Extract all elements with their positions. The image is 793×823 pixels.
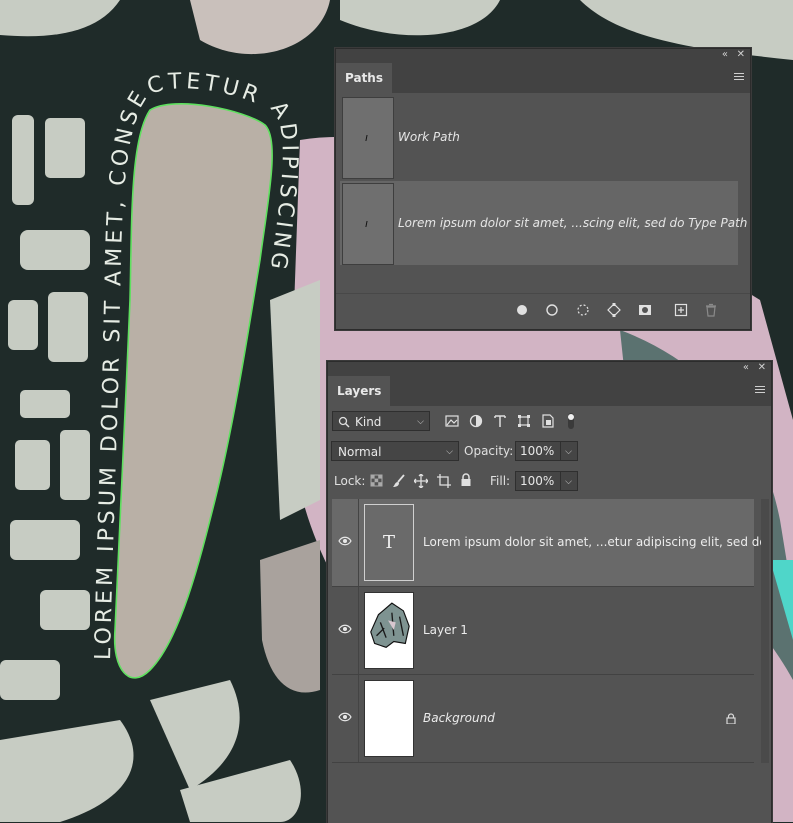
canvas-shape (15, 440, 50, 490)
visibility-divider (358, 675, 359, 762)
tab-paths[interactable]: Paths (336, 63, 392, 93)
path-thumbnail-glyph: ı (365, 217, 369, 230)
lock-row: Lock: Fill: 100% ⌵ (328, 468, 771, 498)
shape-filter-icon[interactable] (517, 414, 531, 428)
close-panel-button[interactable]: ✕ (737, 49, 745, 61)
lock-artboard-icon[interactable] (437, 474, 451, 488)
panel-menu-icon[interactable] (734, 73, 744, 81)
background-layer-thumbnail (364, 680, 414, 757)
paths-footer-toolbar (336, 293, 750, 328)
layer-row-layer-1[interactable]: Layer 1 (332, 587, 754, 675)
visibility-divider (358, 587, 359, 674)
opacity-input[interactable]: 100% (515, 441, 561, 461)
visibility-divider (358, 499, 359, 586)
pixel-layer-thumbnail (364, 592, 414, 669)
pixel-filter-icon[interactable] (445, 414, 459, 428)
lock-label: Lock: (334, 474, 366, 488)
new-path-icon[interactable] (674, 303, 688, 317)
opacity-slider-button[interactable]: ⌵ (560, 441, 578, 461)
blend-row: Normal ⌵ Opacity: 100% ⌵ (328, 438, 771, 468)
layers-tab-row: Layers (328, 376, 771, 406)
lock-image-pixels-icon[interactable] (392, 474, 406, 488)
adjustment-filter-icon[interactable] (469, 414, 483, 428)
path-name: Lorem ipsum dolor sit amet, ...scing eli… (398, 216, 748, 230)
lock-icon[interactable] (726, 713, 736, 724)
fill-slider-button[interactable]: ⌵ (560, 471, 578, 491)
lock-all-icon[interactable] (459, 473, 473, 487)
lock-transparent-pixels-icon[interactable] (370, 474, 383, 487)
fill-label: Fill: (490, 474, 511, 488)
tab-layers[interactable]: Layers (328, 376, 391, 406)
search-icon (338, 416, 350, 428)
load-selection-icon[interactable] (576, 303, 590, 317)
filter-kind-select[interactable]: Kind ⌵ (332, 411, 430, 431)
path-name: Work Path (398, 130, 460, 144)
layers-scrollbar[interactable] (761, 499, 769, 763)
eye-icon[interactable] (338, 624, 352, 634)
type-layer-thumbnail: T (364, 504, 414, 581)
filter-kind-value: Kind (355, 415, 382, 429)
type-filter-icon[interactable] (493, 414, 507, 428)
path-thumbnail: ı (342, 183, 394, 265)
panel-top-bar: « ✕ (328, 362, 771, 376)
path-thumbnail-glyph: ı (365, 131, 369, 144)
filter-toggle-icon[interactable] (567, 412, 575, 430)
canvas-shape (10, 520, 80, 560)
layer-name[interactable]: Lorem ipsum dolor sit amet, ...etur adip… (423, 499, 767, 586)
layer-row-type[interactable]: T Lorem ipsum dolor sit amet, ...etur ad… (332, 499, 767, 587)
canvas-shape (8, 300, 38, 350)
opacity-label: Opacity: (464, 444, 514, 458)
layer-name[interactable]: Layer 1 (423, 587, 468, 674)
chevron-down-icon: ⌵ (417, 417, 424, 427)
canvas-shape (45, 118, 85, 178)
paths-panel: « ✕ Paths ı Work Path ı Lorem ipsum dolo… (335, 48, 751, 330)
collapse-panel-button[interactable]: « (722, 49, 728, 61)
stroke-path-icon[interactable] (545, 303, 559, 317)
eye-icon[interactable] (338, 712, 352, 722)
blend-mode-value: Normal (338, 445, 382, 459)
delete-path-icon[interactable] (704, 303, 718, 317)
path-row-type-path[interactable]: ı Lorem ipsum dolor sit amet, ...scing e… (340, 181, 747, 265)
fill-path-icon[interactable] (515, 303, 529, 317)
layers-panel: « ✕ Layers Kind ⌵ Normal ⌵ Opacity: 100%… (327, 361, 772, 823)
canvas-shape (60, 430, 90, 500)
smart-object-filter-icon[interactable] (541, 414, 555, 428)
close-panel-button[interactable]: ✕ (758, 362, 766, 374)
canvas-shape (20, 230, 90, 270)
paths-tab-row: Paths (336, 63, 750, 93)
eye-icon[interactable] (338, 536, 352, 546)
canvas-shape (40, 590, 90, 630)
path-row-work-path[interactable]: ı Work Path (340, 95, 738, 179)
canvas-shape (20, 390, 70, 418)
panel-top-bar: « ✕ (336, 49, 750, 63)
chevron-down-icon: ⌵ (565, 447, 572, 457)
layer-filter-row: Kind ⌵ (328, 408, 771, 438)
panel-menu-icon[interactable] (755, 386, 765, 394)
collapse-panel-button[interactable]: « (743, 362, 749, 374)
add-mask-icon[interactable] (638, 303, 652, 317)
layer-row-background[interactable]: Background (332, 675, 754, 763)
chevron-down-icon: ⌵ (446, 447, 453, 457)
blend-mode-select[interactable]: Normal ⌵ (331, 441, 459, 461)
layer-name[interactable]: Background (423, 675, 495, 762)
make-work-path-icon[interactable] (607, 303, 621, 317)
chevron-down-icon: ⌵ (565, 477, 572, 487)
canvas-shape (48, 292, 88, 362)
lock-position-icon[interactable] (414, 474, 428, 488)
canvas-shape (12, 115, 34, 205)
canvas-shape (0, 660, 60, 700)
path-thumbnail: ı (342, 97, 394, 179)
fill-input[interactable]: 100% (515, 471, 561, 491)
